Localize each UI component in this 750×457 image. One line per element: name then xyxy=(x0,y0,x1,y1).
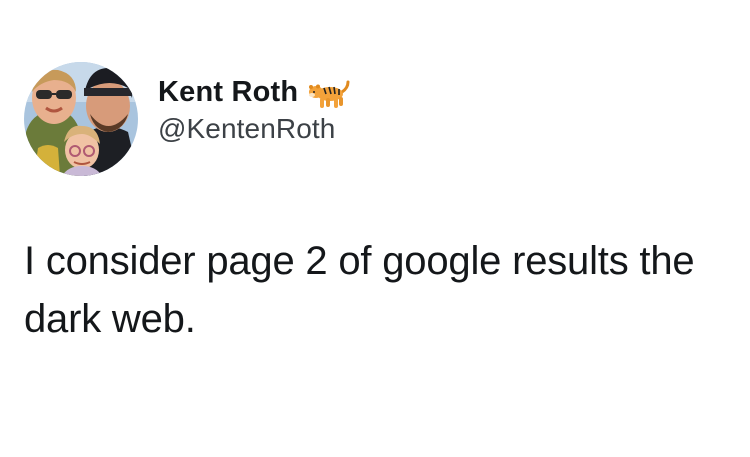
display-name-row: Kent Roth xyxy=(158,73,350,111)
tweet-text: I consider page 2 of google results the … xyxy=(24,239,695,341)
author-names: Kent Roth @KentenRoth xyxy=(158,73,350,145)
display-name[interactable]: Kent Roth xyxy=(158,76,298,109)
avatar[interactable] xyxy=(24,62,138,176)
tiger-emoji-icon xyxy=(308,80,350,110)
tweet-card: Kent Roth @KentenRoth I consider page 2 … xyxy=(0,0,750,457)
user-handle[interactable]: @KentenRoth xyxy=(158,113,350,145)
tweet-header: Kent Roth @KentenRoth xyxy=(24,62,350,176)
